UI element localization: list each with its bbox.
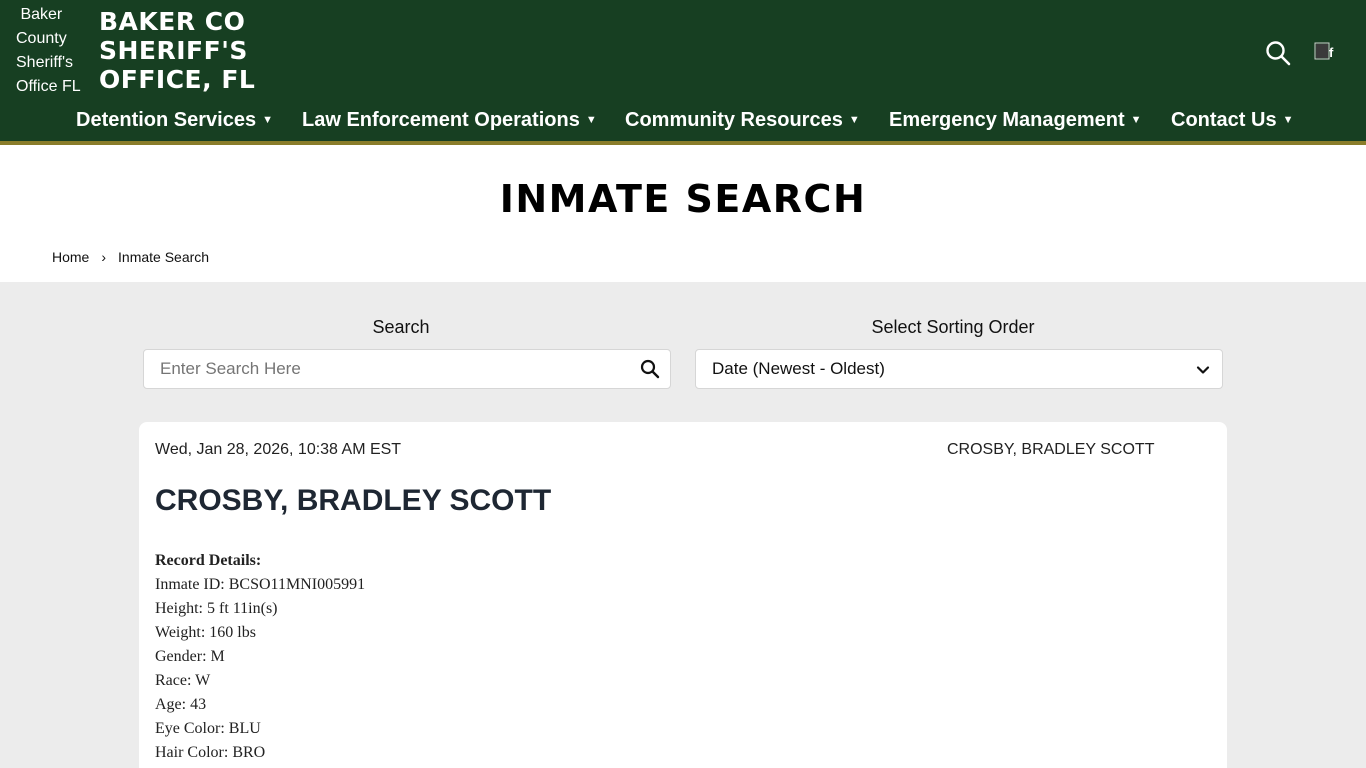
detail-weight: Weight: 160 lbs [155, 624, 256, 641]
breadcrumb-current: Inmate Search [118, 249, 210, 265]
caret-down-icon: ▼ [1282, 114, 1294, 126]
sort-order-select[interactable]: Date (Newest - Oldest) [695, 349, 1223, 389]
sheriff-logo[interactable]: Baker County Sheriff's Office FL [16, 3, 96, 99]
detail-hair-color: Hair Color: BRO [155, 744, 266, 761]
sort-label: Select Sorting Order [871, 317, 1035, 337]
inmate-name[interactable]: CROSBY, BRADLEY SCOTT [155, 484, 551, 518]
nav-label: Contact Us [1171, 109, 1277, 131]
caret-down-icon: ▼ [262, 114, 273, 126]
search-icon[interactable] [640, 359, 660, 379]
nav-law-enforcement-operations[interactable]: Law Enforcement Operations ▼ [302, 104, 597, 136]
detail-height: Height: 5 ft 11in(s) [155, 600, 278, 617]
nav-label: Detention Services [76, 109, 257, 131]
site-header: Baker County Sheriff's Office FL BAKER C… [0, 0, 1366, 141]
detail-inmate-id: Inmate ID: BCSO11MNI005991 [155, 576, 366, 593]
title-band: INMATE SEARCH Home › Inmate Search [0, 145, 1366, 282]
logo-alt-text: Baker County Sheriff's Office FL [16, 6, 81, 95]
nav-contact-us[interactable]: Contact Us ▼ [1171, 104, 1293, 136]
page-title: INMATE SEARCH [499, 177, 867, 221]
breadcrumb-home-link[interactable]: Home [52, 249, 89, 265]
search-label: Search [372, 317, 430, 337]
caret-down-icon: ▼ [585, 114, 597, 126]
sort-selected-value: Date (Newest - Oldest) [712, 359, 885, 378]
caret-down-icon: ▼ [848, 114, 860, 126]
breadcrumb: Home › Inmate Search [52, 249, 209, 265]
caret-down-icon: ▼ [1130, 114, 1142, 126]
site-title[interactable]: BAKER CO SHERIFF'S OFFICE, FL [99, 7, 299, 94]
record-details-heading: Record Details: [155, 552, 262, 569]
facebook-icon: f [1314, 42, 1334, 60]
nav-community-resources[interactable]: Community Resources ▼ [625, 104, 860, 136]
search-input[interactable] [144, 350, 624, 388]
chevron-down-icon [1196, 366, 1210, 374]
header-search-button[interactable] [1264, 39, 1292, 67]
search-icon [1266, 41, 1291, 66]
inmate-photo-alt-text: CROSBY, BRADLEY SCOTT [947, 441, 1155, 458]
nav-emergency-management[interactable]: Emergency Management ▼ [889, 104, 1142, 136]
record-details: Record Details: Inmate ID: BCSO11MNI0059… [155, 549, 365, 765]
search-field [143, 349, 671, 389]
detail-gender: Gender: M [155, 648, 225, 665]
inmate-record-card: Wed, Jan 28, 2026, 10:38 AM EST CROSBY, … [139, 422, 1227, 768]
record-date: Wed, Jan 28, 2026, 10:38 AM EST [155, 441, 402, 458]
main-nav: Detention Services ▼ Law Enforcement Oper… [0, 104, 1366, 136]
nav-label: Emergency Management [889, 109, 1125, 131]
detail-eye-color: Eye Color: BLU [155, 720, 261, 737]
detail-age: Age: 43 [155, 696, 207, 713]
facebook-link[interactable]: f [1313, 41, 1339, 63]
nav-label: Law Enforcement Operations [302, 109, 580, 131]
inmate-photo: CROSBY, BRADLEY SCOTT [947, 441, 1154, 459]
nav-label: Community Resources [625, 109, 843, 131]
breadcrumb-separator-icon: › [101, 249, 107, 265]
svg-text:f: f [1329, 45, 1334, 60]
detail-race: Race: W [155, 672, 211, 689]
nav-detention-services[interactable]: Detention Services ▼ [76, 104, 273, 136]
